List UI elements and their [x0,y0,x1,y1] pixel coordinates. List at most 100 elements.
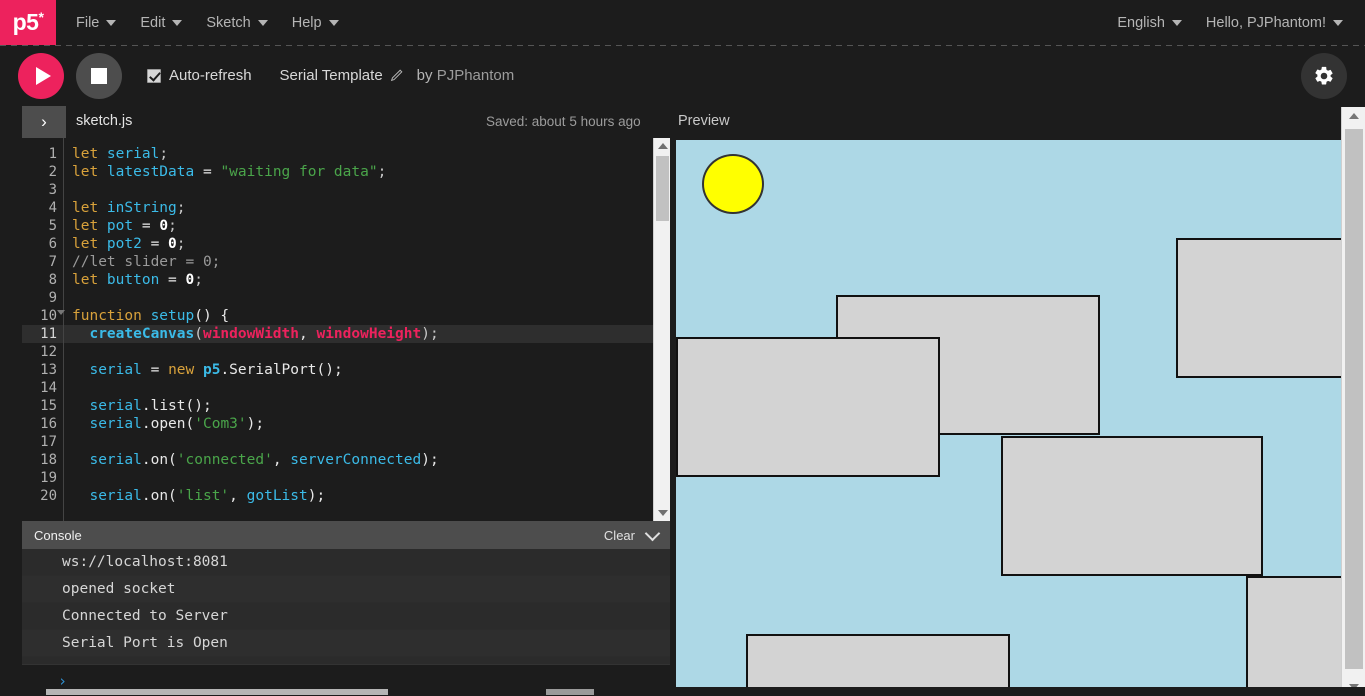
scroll-up-arrow-icon[interactable] [1349,113,1359,119]
line-number: 4 [22,199,63,217]
menu-edit[interactable]: Edit [128,9,194,37]
code-editor[interactable]: 1234567891011121314151617181920 let seri… [22,138,670,521]
sketch-canvas[interactable] [674,138,1341,696]
account-greeting: Hello, PJPhantom! [1206,15,1326,31]
line-number: 19 [22,469,63,487]
bottom-horizontal-scrollbar[interactable] [0,687,1365,696]
code-line[interactable]: serial = new p5.SerialPort(); [72,361,670,379]
line-number: 18 [22,451,63,469]
menu-edit-label: Edit [140,15,165,31]
code-token [72,326,89,342]
chevron-down-icon [1333,20,1343,26]
code-line[interactable] [72,433,670,451]
code-line[interactable] [72,469,670,487]
play-icon [36,67,51,85]
code-line[interactable]: serial.on('list', gotList); [72,487,670,505]
code-token: latestData [107,164,194,180]
preview-label: Preview [678,113,730,129]
code-line[interactable]: let latestData = "waiting for data"; [72,163,670,181]
code-token: ); [421,326,438,342]
code-token: 'list' [177,488,229,504]
auto-refresh-checkbox[interactable] [147,69,161,83]
line-number: 8 [22,271,63,289]
code-token [72,362,89,378]
chevron-down-icon [329,20,339,26]
line-number: 14 [22,379,63,397]
console-panel: Console Clear ws://localhost:8081opened … [22,521,670,696]
pencil-icon[interactable] [390,69,403,82]
code-line[interactable]: let inString; [72,199,670,217]
console-clear-button[interactable]: Clear [604,528,635,543]
code-token: .SerialPort(); [220,362,342,378]
code-lines[interactable]: let serial;let latestData = "waiting for… [64,138,670,521]
bottom-scrollbar-thumb[interactable] [46,689,388,695]
editor-vertical-scrollbar[interactable] [653,138,670,521]
console-message: opened socket [22,576,670,603]
code-line[interactable] [72,343,670,361]
sketch-author: by PJPhantom [417,67,515,84]
menu-sketch[interactable]: Sketch [194,9,279,37]
code-token: serial [89,452,141,468]
code-line[interactable] [72,289,670,307]
code-area[interactable]: 1234567891011121314151617181920 let seri… [22,138,670,521]
code-line[interactable]: serial.open('Com3'); [72,415,670,433]
code-line[interactable]: let pot = 0; [72,217,670,235]
code-token: () { [194,308,229,324]
sketch-name[interactable]: Serial Template [280,67,403,84]
author-name[interactable]: PJPhantom [437,67,515,84]
code-line[interactable]: serial.on('connected', serverConnected); [72,451,670,469]
active-file-name[interactable]: sketch.js [76,113,132,129]
sketch-rectangle [1246,576,1341,696]
language-selector[interactable]: English [1105,9,1194,37]
chevron-down-icon[interactable] [645,525,661,541]
fold-triangle-icon[interactable] [57,310,65,315]
console-header: Console Clear [22,521,670,549]
code-token: pot [107,218,133,234]
settings-button[interactable] [1301,53,1347,99]
line-number: 6 [22,235,63,253]
code-line[interactable] [72,181,670,199]
editor-scrollbar-thumb[interactable] [656,156,669,221]
code-line[interactable]: //let slider = 0; [72,253,670,271]
code-token: let [72,272,107,288]
console-message: ws://localhost:8081 [22,549,670,576]
code-token: serial [89,362,141,378]
p5-logo[interactable]: p5* [0,0,56,45]
code-token: .on( [142,488,177,504]
stop-button[interactable] [76,53,122,99]
code-line[interactable]: let button = 0; [72,271,670,289]
nav-right-group: English Hello, PJPhantom! [1105,9,1355,37]
auto-refresh-toggle[interactable]: Auto-refresh [147,67,252,84]
code-token: ); [421,452,438,468]
code-token: ; [194,272,203,288]
code-token: createCanvas [89,326,194,342]
scroll-down-arrow-icon[interactable] [658,510,668,516]
code-token: let [72,236,107,252]
code-line[interactable] [72,379,670,397]
code-token: serial [107,146,159,162]
code-line[interactable]: let serial; [72,145,670,163]
menu-file[interactable]: File [64,9,128,37]
code-line[interactable]: createCanvas(windowWidth, windowHeight); [64,325,670,343]
page-scrollbar-thumb[interactable] [1345,129,1363,669]
code-token: button [107,272,159,288]
sidebar-toggle-button[interactable]: › [22,106,66,138]
play-button[interactable] [18,53,64,99]
code-line[interactable]: function setup() { [72,307,670,325]
chevron-down-icon [258,20,268,26]
account-menu[interactable]: Hello, PJPhantom! [1194,9,1355,37]
code-token: = [133,218,159,234]
code-line[interactable]: serial.list(); [72,397,670,415]
scroll-up-arrow-icon[interactable] [658,143,668,149]
bottom-scrollbar-thumb-secondary[interactable] [546,689,594,695]
top-navigation-bar: p5* File Edit Sketch Help English [0,0,1365,45]
chevron-right-icon: › [41,112,47,132]
menu-help[interactable]: Help [280,9,351,37]
line-number: 5 [22,217,63,235]
code-token: serial [89,488,141,504]
code-token: pot2 [107,236,142,252]
code-token: .on( [142,452,177,468]
code-line[interactable]: let pot2 = 0; [72,235,670,253]
code-token: let [72,200,107,216]
page-vertical-scrollbar[interactable] [1341,107,1365,696]
